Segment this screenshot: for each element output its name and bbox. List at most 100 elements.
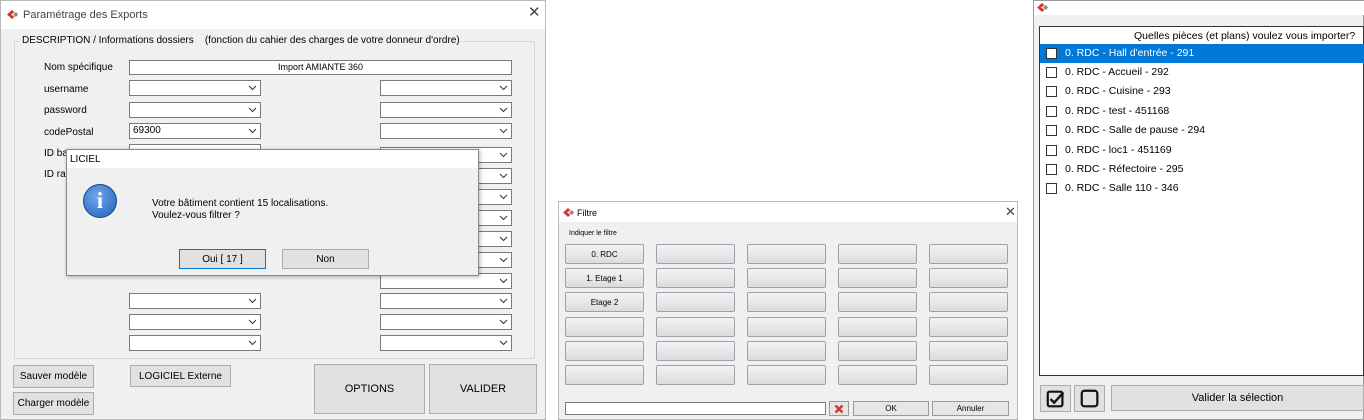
clear-filter-button[interactable]: [829, 401, 849, 416]
filter-button[interactable]: [838, 341, 917, 361]
chevron-down-icon: [499, 215, 508, 221]
list-item[interactable]: 0. RDC - Salle de pause - 294: [1040, 121, 1364, 140]
codepostal-combo[interactable]: 69300: [129, 123, 261, 139]
chevron-down-icon: [248, 340, 257, 346]
filter-button[interactable]: [565, 365, 644, 385]
uncheck-all-button[interactable]: [1074, 385, 1105, 412]
filter-button-rdc[interactable]: 0. RDC: [565, 244, 644, 264]
list-item[interactable]: 0. RDC - loc1 - 451169: [1040, 141, 1364, 160]
no-button[interactable]: Non: [282, 249, 369, 269]
filter-titlebar: Filtre ✕: [559, 202, 1017, 222]
checkbox[interactable]: [1046, 48, 1057, 59]
filter-button[interactable]: [747, 317, 826, 337]
filter-button[interactable]: [838, 365, 917, 385]
import-titlebar: [1034, 1, 1364, 15]
filter-cancel-button[interactable]: Annuler: [932, 401, 1009, 416]
filter-title: Filtre: [577, 208, 597, 218]
chevron-down-icon: [499, 173, 508, 179]
liciel-logo-icon: [1037, 3, 1048, 12]
combo-right-r13[interactable]: [380, 335, 512, 351]
filter-button[interactable]: [747, 244, 826, 264]
checkbox[interactable]: [1046, 125, 1057, 136]
filter-input[interactable]: [565, 402, 826, 415]
filter-close-icon[interactable]: ✕: [1005, 204, 1016, 220]
combo-left-r12[interactable]: [129, 314, 261, 330]
export-titlebar: Paramétrage des Exports ✕: [1, 1, 545, 29]
filter-button[interactable]: [656, 341, 735, 361]
list-item[interactable]: 0. RDC - test - 451168: [1040, 102, 1364, 121]
external-software-button[interactable]: LOGICIEL Externe: [130, 365, 231, 387]
uncheck-all-icon: [1080, 389, 1099, 408]
filter-ok-button[interactable]: OK: [853, 401, 929, 416]
filter-button[interactable]: [747, 341, 826, 361]
username-combo[interactable]: [129, 80, 261, 96]
load-model-button[interactable]: Charger modèle: [13, 392, 94, 415]
check-all-button[interactable]: [1040, 385, 1071, 412]
chevron-down-icon: [499, 107, 508, 113]
list-item[interactable]: 0. RDC - Réfectoire - 295: [1040, 160, 1364, 179]
filter-button[interactable]: [929, 341, 1008, 361]
chevron-down-icon: [248, 85, 257, 91]
chevron-down-icon: [499, 278, 508, 284]
list-item[interactable]: 0. RDC - Salle 110 - 346: [1040, 179, 1364, 198]
label-password: password: [44, 105, 87, 116]
validate-selection-button[interactable]: Valider la sélection: [1111, 385, 1364, 411]
filter-button-etage2[interactable]: Etage 2: [565, 292, 644, 312]
save-model-button[interactable]: Sauver modèle: [13, 365, 94, 388]
yes-button[interactable]: Oui [ 17 ]: [179, 249, 266, 269]
label-codepostal: codePostal: [44, 127, 94, 138]
filter-button[interactable]: [838, 244, 917, 264]
list-item[interactable]: 0. RDC - Hall d'entrée - 291: [1040, 44, 1364, 63]
checkbox[interactable]: [1046, 164, 1057, 175]
filter-button[interactable]: [929, 317, 1008, 337]
filter-button[interactable]: [565, 341, 644, 361]
checkbox[interactable]: [1046, 145, 1057, 156]
filter-button[interactable]: [747, 365, 826, 385]
filter-button[interactable]: [929, 292, 1008, 312]
liciel-logo-icon: [563, 208, 574, 217]
filter-button[interactable]: [929, 268, 1008, 288]
filter-button[interactable]: [838, 292, 917, 312]
label-nom-specifique: Nom spécifique: [44, 62, 113, 73]
export-close-icon[interactable]: ✕: [528, 5, 541, 21]
filter-button[interactable]: [838, 317, 917, 337]
filter-hint: Indiquer le filtre: [569, 230, 617, 237]
combo-right-r1[interactable]: [380, 80, 512, 96]
filter-button[interactable]: [656, 365, 735, 385]
chevron-down-icon: [499, 340, 508, 346]
filter-button[interactable]: [838, 268, 917, 288]
checkbox[interactable]: [1046, 106, 1057, 117]
filter-button[interactable]: [656, 292, 735, 312]
filter-button[interactable]: [656, 244, 735, 264]
combo-left-r13[interactable]: [129, 335, 261, 351]
liciel-logo-icon: [7, 10, 18, 19]
validate-button[interactable]: VALIDER: [429, 364, 537, 414]
filter-button[interactable]: [929, 365, 1008, 385]
combo-left-r11[interactable]: [129, 293, 261, 309]
chevron-down-icon: [248, 107, 257, 113]
import-question: Quelles pièces (et plans) voulez vous im…: [1134, 30, 1356, 42]
filter-button[interactable]: [656, 268, 735, 288]
combo-right-r2[interactable]: [380, 102, 512, 118]
checkbox[interactable]: [1046, 86, 1057, 97]
combo-right-r12[interactable]: [380, 314, 512, 330]
filter-button[interactable]: [565, 317, 644, 337]
filter-button[interactable]: [747, 292, 826, 312]
list-item[interactable]: 0. RDC - Cuisine - 293: [1040, 82, 1364, 101]
filter-button[interactable]: [929, 244, 1008, 264]
combo-right-r3[interactable]: [380, 123, 512, 139]
chevron-down-icon: [499, 298, 508, 304]
filter-window: Filtre ✕ Indiquer le filtre 0. RDC 1. Et…: [558, 201, 1018, 420]
filter-button[interactable]: [656, 317, 735, 337]
filter-button-etage1[interactable]: 1. Etage 1: [565, 268, 644, 288]
password-combo[interactable]: [129, 102, 261, 118]
liciel-dialog: LICIEL i Votre bâtiment contient 15 loca…: [66, 149, 479, 276]
checkbox[interactable]: [1046, 183, 1057, 194]
filter-button[interactable]: [747, 268, 826, 288]
combo-right-r11[interactable]: [380, 293, 512, 309]
options-button[interactable]: OPTIONS: [314, 364, 425, 414]
nom-specifique-field[interactable]: Import AMIANTE 360: [129, 60, 512, 75]
checkbox[interactable]: [1046, 67, 1057, 78]
chevron-down-icon: [248, 298, 257, 304]
list-item[interactable]: 0. RDC - Accueil - 292: [1040, 63, 1364, 82]
